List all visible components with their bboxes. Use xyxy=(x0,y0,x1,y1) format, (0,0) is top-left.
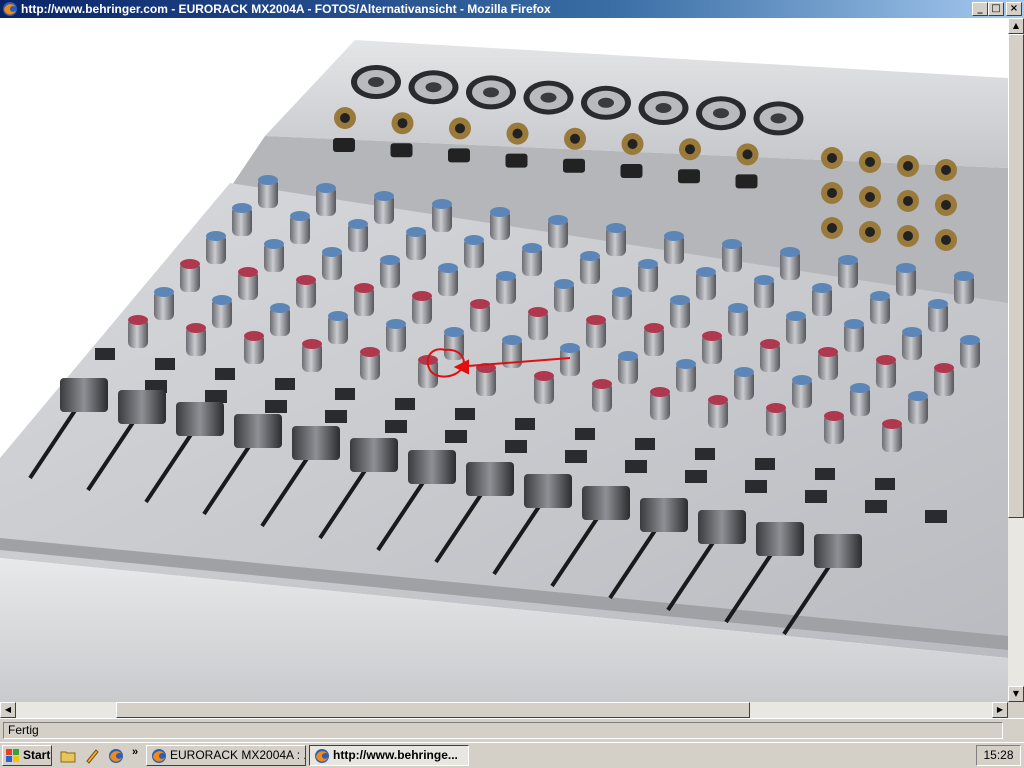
taskbar-task-behringer[interactable]: http://www.behringe... xyxy=(309,745,469,766)
scroll-left-icon[interactable]: ◀ xyxy=(0,702,16,718)
pencil-icon[interactable] xyxy=(84,748,100,764)
window-title: http://www.behringer.com - EURORACK MX20… xyxy=(21,2,551,16)
vertical-scrollbar[interactable]: ▲ ▼ xyxy=(1008,18,1024,702)
taskbar: Start » EURORACK MX2004A : ... http://ww… xyxy=(0,742,1024,768)
page-content xyxy=(0,18,1008,702)
windows-logo-icon xyxy=(6,749,19,762)
maximize-button[interactable]: □ xyxy=(988,2,1004,16)
scroll-down-icon[interactable]: ▼ xyxy=(1008,686,1024,702)
quicklaunch-chevron[interactable]: » xyxy=(132,746,138,758)
scroll-right-icon[interactable]: ▶ xyxy=(992,702,1008,718)
vertical-scroll-thumb[interactable] xyxy=(1008,34,1024,518)
firefox-icon xyxy=(315,749,329,763)
scrollbar-corner xyxy=(1008,702,1024,718)
folder-icon[interactable] xyxy=(60,748,76,764)
minimize-button[interactable]: _ xyxy=(972,2,988,16)
clock: 15:28 xyxy=(976,745,1021,766)
firefox-icon xyxy=(3,2,17,16)
close-button[interactable]: × xyxy=(1006,2,1022,16)
mixer-console-image xyxy=(0,40,1008,702)
status-text: Fertig xyxy=(3,722,1003,739)
scroll-up-icon[interactable]: ▲ xyxy=(1008,18,1024,34)
taskbar-task-eurorack[interactable]: EURORACK MX2004A : ... xyxy=(146,745,306,766)
firefox-icon[interactable] xyxy=(108,748,124,764)
status-bar: Fertig xyxy=(0,718,1024,742)
start-label: Start xyxy=(23,748,51,762)
task-label: http://www.behringe... xyxy=(333,748,458,762)
horizontal-scroll-thumb[interactable] xyxy=(116,702,750,718)
window-title-bar[interactable]: http://www.behringer.com - EURORACK MX20… xyxy=(0,0,1024,18)
task-label: EURORACK MX2004A : ... xyxy=(170,748,306,762)
firefox-icon xyxy=(152,749,166,763)
horizontal-scrollbar[interactable]: ◀ ▶ xyxy=(0,702,1008,718)
start-button[interactable]: Start xyxy=(2,745,52,766)
